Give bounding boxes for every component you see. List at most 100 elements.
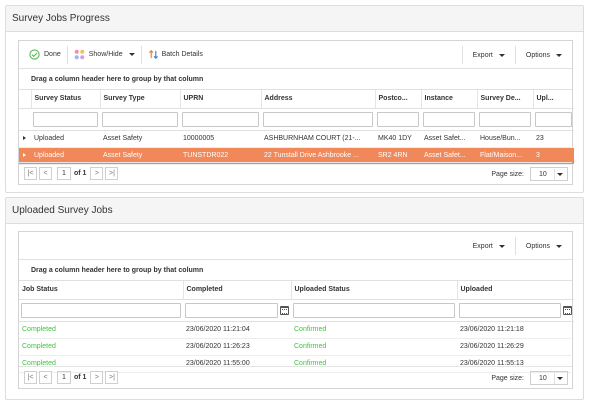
column-header-instance[interactable]: Instance bbox=[420, 90, 477, 109]
prev-page-button[interactable]: < bbox=[39, 371, 52, 384]
sort-arrows-icon bbox=[148, 50, 158, 59]
chevron-down-icon bbox=[128, 53, 135, 56]
grid-toolbar: Export Options bbox=[19, 232, 572, 260]
table-cell: Confirmed bbox=[291, 338, 457, 356]
column-header-survey-description[interactable]: Survey De... bbox=[476, 90, 533, 109]
filter-input-survey-status[interactable] bbox=[33, 111, 98, 127]
filter-input-instance[interactable] bbox=[423, 111, 475, 127]
column-header-uploaded-status[interactable]: Uploaded Status bbox=[290, 281, 457, 300]
filter-input-survey-type[interactable] bbox=[102, 111, 178, 127]
filter-input-address[interactable] bbox=[263, 111, 373, 127]
table-cell: 23/06/2020 11:21:18 bbox=[457, 321, 574, 339]
first-page-button[interactable]: |< bbox=[24, 167, 37, 180]
page-size-label: Page size: bbox=[491, 374, 524, 382]
done-button[interactable]: Done bbox=[23, 45, 67, 65]
select-divider bbox=[554, 373, 555, 384]
next-page-button[interactable]: > bbox=[90, 167, 104, 180]
column-header-postcode[interactable]: Postco... bbox=[374, 90, 421, 109]
filter-cell-empty bbox=[19, 108, 31, 131]
page-size-select[interactable]: 10 bbox=[530, 371, 568, 385]
caret-right-icon bbox=[23, 153, 26, 157]
calendar-icon[interactable] bbox=[563, 305, 572, 315]
batch-details-button[interactable]: Batch Details bbox=[142, 45, 209, 65]
page-count: of 1 bbox=[74, 374, 87, 381]
filter-cell bbox=[31, 108, 100, 131]
filter-cell bbox=[477, 108, 533, 131]
export-dropdown[interactable]: Export bbox=[463, 236, 515, 256]
filter-cell bbox=[421, 108, 477, 131]
column-header-completed[interactable]: Completed bbox=[182, 281, 291, 300]
show-hide-icon bbox=[74, 49, 85, 60]
options-label: Options bbox=[525, 51, 550, 59]
filter-cell bbox=[291, 299, 457, 322]
filter-row bbox=[19, 108, 574, 131]
chevron-down-icon bbox=[557, 377, 563, 380]
pager: |< < 1 of 1 > >| Page size: 10 bbox=[19, 366, 572, 388]
page-size-value: 10 bbox=[539, 170, 547, 178]
filter-cell bbox=[180, 108, 261, 131]
header-row: Survey Status Survey Type UPRN Address P… bbox=[19, 90, 574, 109]
export-dropdown[interactable]: Export bbox=[463, 45, 515, 65]
page-size-select[interactable]: 10 bbox=[530, 167, 568, 181]
column-header-survey-type[interactable]: Survey Type bbox=[99, 90, 180, 109]
group-by-panel[interactable]: Drag a column header here to group by th… bbox=[19, 69, 572, 90]
page-number-input[interactable]: 1 bbox=[57, 371, 71, 384]
table-cell: Asset Safety bbox=[100, 130, 180, 148]
column-header-uploaded[interactable]: Upl... bbox=[532, 90, 574, 109]
table-row[interactable]: Completed 23/06/2020 11:21:04 Confirmed … bbox=[19, 321, 574, 339]
column-header-uprn[interactable]: UPRN bbox=[179, 90, 261, 109]
next-page-button[interactable]: > bbox=[90, 371, 104, 384]
last-page-button[interactable]: >| bbox=[105, 167, 119, 180]
survey-jobs-table: Survey Status Survey Type UPRN Address P… bbox=[19, 90, 574, 165]
export-label: Export bbox=[472, 242, 493, 250]
batch-details-label: Batch Details bbox=[161, 51, 203, 58]
column-header-job-status[interactable]: Job Status bbox=[19, 281, 183, 300]
table-cell: House/Bun... bbox=[477, 130, 533, 148]
table-cell: Completed bbox=[19, 338, 183, 356]
filter-input-uploaded-status[interactable] bbox=[293, 302, 455, 318]
done-label: Done bbox=[44, 51, 61, 58]
group-by-panel[interactable]: Drag a column header here to group by th… bbox=[19, 260, 572, 281]
options-label: Options bbox=[525, 242, 550, 250]
table-row[interactable]: Uploaded Asset Safety 10000005 ASHBURNHA… bbox=[19, 130, 574, 148]
page-size-control: Page size: 10 bbox=[491, 371, 568, 385]
filter-input-uploaded[interactable] bbox=[459, 302, 561, 318]
panel-title: Uploaded Survey Jobs bbox=[6, 198, 583, 224]
filter-input-uprn[interactable] bbox=[182, 111, 259, 127]
table-cell: MK40 1DY bbox=[375, 130, 421, 148]
row-expander[interactable] bbox=[19, 130, 31, 148]
table-cell: ASHBURNHAM COURT (21-... bbox=[261, 130, 375, 148]
filter-input-survey-description[interactable] bbox=[479, 111, 531, 127]
filter-input-uploaded[interactable] bbox=[535, 111, 572, 127]
filter-cell bbox=[375, 108, 421, 131]
column-header-uploaded[interactable]: Uploaded bbox=[456, 281, 574, 300]
table-row[interactable]: Completed 23/06/2020 11:26:23 Confirmed … bbox=[19, 338, 574, 356]
table-cell: 23 bbox=[533, 130, 574, 148]
page-number-input[interactable]: 1 bbox=[57, 167, 71, 180]
column-header-survey-status[interactable]: Survey Status bbox=[30, 90, 100, 109]
options-dropdown[interactable]: Options bbox=[516, 236, 572, 256]
filter-cell bbox=[19, 299, 183, 322]
export-label: Export bbox=[472, 51, 493, 59]
filter-input-postcode[interactable] bbox=[377, 111, 419, 127]
table-cell: 23/06/2020 11:26:29 bbox=[457, 338, 574, 356]
column-header-address[interactable]: Address bbox=[260, 90, 375, 109]
table-cell: Confirmed bbox=[291, 321, 457, 339]
pager: |< < 1 of 1 > >| Page size: 10 bbox=[19, 162, 572, 184]
last-page-button[interactable]: >| bbox=[105, 371, 119, 384]
show-hide-button[interactable]: Show/Hide bbox=[68, 45, 141, 65]
options-dropdown[interactable]: Options bbox=[516, 45, 572, 65]
chevron-down-icon bbox=[498, 53, 505, 57]
check-circle-icon bbox=[29, 49, 40, 60]
select-divider bbox=[554, 169, 555, 180]
table-cell: 23/06/2020 11:21:04 bbox=[183, 321, 291, 339]
chevron-down-icon bbox=[498, 244, 505, 248]
table-cell: 23/06/2020 11:26:23 bbox=[183, 338, 291, 356]
chevron-down-icon bbox=[556, 53, 562, 57]
prev-page-button[interactable]: < bbox=[39, 167, 52, 180]
filter-input-job-status[interactable] bbox=[21, 302, 181, 318]
calendar-icon[interactable] bbox=[280, 305, 289, 315]
first-page-button[interactable]: |< bbox=[24, 371, 37, 384]
caret-right-icon bbox=[23, 136, 26, 140]
filter-input-completed[interactable] bbox=[185, 302, 278, 318]
